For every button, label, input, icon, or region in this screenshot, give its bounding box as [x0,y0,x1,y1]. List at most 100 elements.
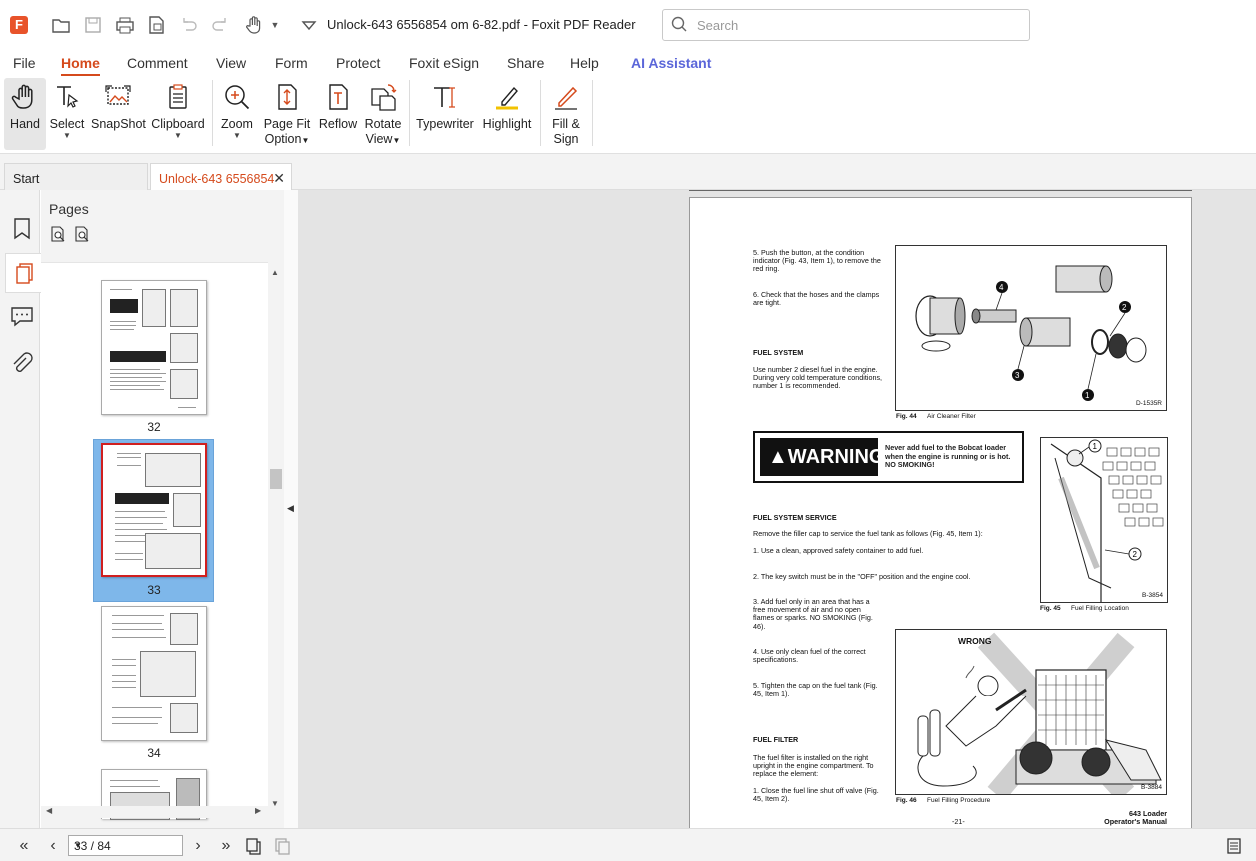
fuel-filling-procedure-drawing [917,632,1162,794]
figure-46-fuel-filling-procedure: WRONG B-3884 [895,629,1167,795]
document-tab-bar: Start Unlock-643 6556854 ... ✕ [0,154,1256,200]
clipboard-dropdown-icon[interactable]: ▼ [150,132,206,140]
pdf-fuel-filter-heading: FUEL FILTER [753,735,799,744]
thumbnail-page-32[interactable] [101,280,207,415]
zoom-button[interactable]: Zoom ▼ [218,78,256,150]
warning-box: ▲WARNING Never add fuel to the Bobcat lo… [753,431,1024,483]
svg-text:3: 3 [1015,371,1020,380]
fill-and-sign-button[interactable]: Fill & Sign [546,78,586,150]
scroll-down-icon[interactable]: ▼ [271,799,279,808]
thumbnail-horizontal-scrollbar[interactable]: ◀ ▶ [41,806,268,818]
tab-start[interactable]: Start [4,163,148,190]
menu-help[interactable]: Help [570,55,599,71]
thumbnail-page-33[interactable] [101,443,207,577]
close-tab-icon[interactable]: ✕ [273,170,285,187]
snapshot-button[interactable]: SnapShot [91,78,146,150]
menu-foxit-esign[interactable]: Foxit eSign [409,55,479,71]
page-number-field[interactable]: 33 / 84 ▼ [68,835,183,856]
zoom-in-thumbnails-icon[interactable] [73,225,91,243]
thumbnail-scrollbar[interactable]: ▲ ▼ [268,262,284,818]
page-fit-option-button[interactable]: Page Fit Option▼ [262,78,312,150]
menu-view[interactable]: View [216,55,246,71]
search-icon [671,16,687,32]
first-page-icon[interactable]: « [14,836,34,856]
previous-view-icon[interactable] [244,836,264,856]
figure-44-air-cleaner: 4 2 3 1 D-1535R [895,245,1167,411]
next-view-icon[interactable] [273,836,293,856]
menu-comment[interactable]: Comment [127,55,188,71]
previous-page-icon[interactable]: ‹ [43,836,63,856]
clipboard-label: Clipboard [151,117,205,131]
hand-tool-button[interactable]: Hand [4,78,46,150]
attachment-icon[interactable] [6,348,38,380]
next-page-icon[interactable]: › [188,836,208,856]
menu-file[interactable]: File [13,55,36,71]
new-document-icon[interactable] [145,14,167,36]
reflow-icon [329,84,348,110]
fig44-label: Fig. 44 [896,413,917,420]
hand-tool-quick-icon[interactable] [243,14,265,36]
page-layout-icon[interactable] [1224,836,1244,856]
redo-icon[interactable] [210,14,232,36]
scroll-left-icon[interactable]: ◀ [46,806,52,815]
fill-sign-label-line2: Sign [553,132,579,146]
pdf-fuel-filter-body: The fuel filter is installed on the righ… [753,753,874,779]
clipboard-button[interactable]: Clipboard ▼ [150,78,206,150]
scroll-up-icon[interactable]: ▲ [271,268,279,277]
menu-form[interactable]: Form [275,55,308,71]
reflow-button[interactable]: Reflow [318,78,358,150]
typewriter-label: Typewriter [416,117,474,131]
rotate-label-line2: View [365,132,393,146]
ribbon-divider [592,80,593,146]
zoom-icon [225,85,250,110]
open-folder-icon[interactable] [50,14,72,36]
pages-icon [16,263,33,284]
menu-ai-assistant[interactable]: AI Assistant [631,55,711,71]
customize-dropdown-icon[interactable] [298,14,320,36]
bookmark-icon[interactable] [6,212,38,244]
collapse-arrow-icon[interactable]: ◀ [287,503,294,514]
thumbnail-label-33: 33 [147,583,161,597]
zoom-out-thumbnails-icon[interactable] [49,225,67,243]
collapse-panel-handle[interactable]: ◀ [284,190,298,828]
hand-dropdown-icon[interactable]: ▼ [264,14,286,36]
document-view[interactable]: 5. Push the button, at the condition ind… [298,190,1256,828]
menu-protect[interactable]: Protect [336,55,380,71]
menu-home[interactable]: Home [61,55,100,76]
tab-document[interactable]: Unlock-643 6556854 ... ✕ [150,163,292,200]
fuel-filling-location-drawing: 1 2 [1050,439,1164,602]
menu-share[interactable]: Share [507,55,544,71]
print-icon[interactable] [114,14,136,36]
highlight-button[interactable]: Highlight [479,78,535,150]
search-box[interactable] [662,9,1030,41]
ribbon-toolbar: Hand Select ▼ SnapShot Clipboard ▼ Zoom … [0,76,1256,154]
rotate-view-button[interactable]: Rotate View▼ [362,78,404,150]
last-page-icon[interactable]: » [216,836,236,856]
select-dropdown-icon[interactable]: ▼ [48,132,86,140]
undo-icon[interactable] [177,14,199,36]
highlight-icon [496,86,518,110]
typewriter-button[interactable]: Typewriter [414,78,476,150]
scroll-right-icon[interactable]: ▶ [255,806,261,815]
rotate-view-icon [371,84,397,111]
page-fit-label: Page Fit Option▼ [263,117,311,146]
ribbon-divider [409,80,410,146]
save-icon[interactable] [82,14,104,36]
fig44-caption: Air Cleaner Filter [927,413,976,420]
fill-sign-label: Fill & Sign [546,117,586,147]
zoom-dropdown-icon[interactable]: ▼ [218,132,256,140]
snapshot-label: SnapShot [91,117,146,131]
thumbnail-page-34[interactable] [101,606,207,741]
foxit-logo-icon[interactable]: F [10,16,28,34]
svg-text:4: 4 [999,283,1004,292]
rotate-label-line1: Rotate [364,117,402,131]
pages-panel-title: Pages [49,201,89,217]
search-input[interactable] [697,16,1017,34]
pages-panel-button[interactable] [5,253,41,293]
select-tool-button[interactable]: Select ▼ [48,78,86,150]
comments-icon[interactable] [6,300,38,332]
fig45-label: Fig. 45 [1040,605,1061,612]
scrollbar-thumb[interactable] [270,469,282,489]
page-dropdown-icon[interactable]: ▼ [74,841,178,850]
fig46-caption: Fuel Filling Procedure [927,797,991,804]
